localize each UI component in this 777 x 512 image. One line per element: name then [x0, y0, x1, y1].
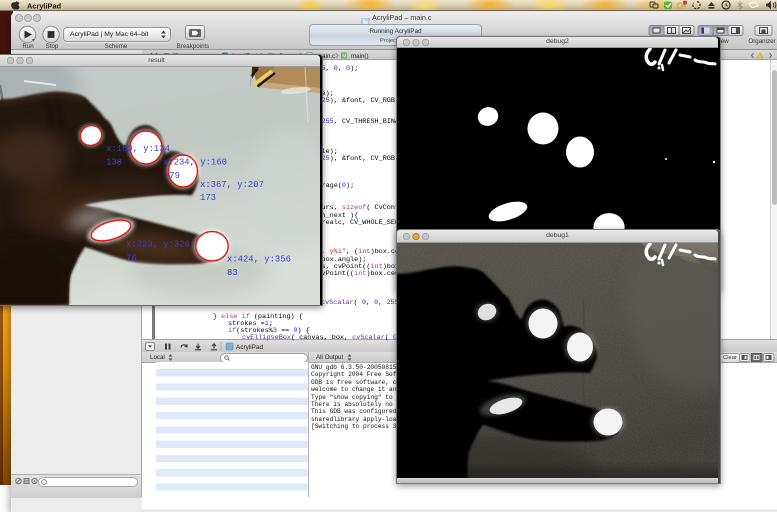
- svg-text:138: 138: [106, 158, 122, 168]
- svg-text:main(): main(): [351, 52, 369, 58]
- svg-text:AcryliPad: AcryliPad: [27, 1, 62, 10]
- svg-text:173: 173: [200, 193, 216, 203]
- svg-text:x:424, y:356: x:424, y:356: [227, 255, 291, 265]
- svg-text:x:234, y:160: x:234, y:160: [163, 158, 227, 168]
- svg-text:AcryliPad: AcryliPad: [236, 344, 263, 351]
- svg-text:179: 179: [164, 171, 180, 181]
- svg-text:x:223, y:326: x:223, y:326: [126, 240, 190, 250]
- svg-text:76: 76: [126, 254, 137, 264]
- svg-text:M: M: [342, 53, 346, 59]
- svg-text:x:367, y:207: x:367, y:207: [200, 180, 264, 190]
- svg-text:x:180, y:134: x:180, y:134: [106, 144, 170, 154]
- svg-text:83: 83: [227, 268, 238, 278]
